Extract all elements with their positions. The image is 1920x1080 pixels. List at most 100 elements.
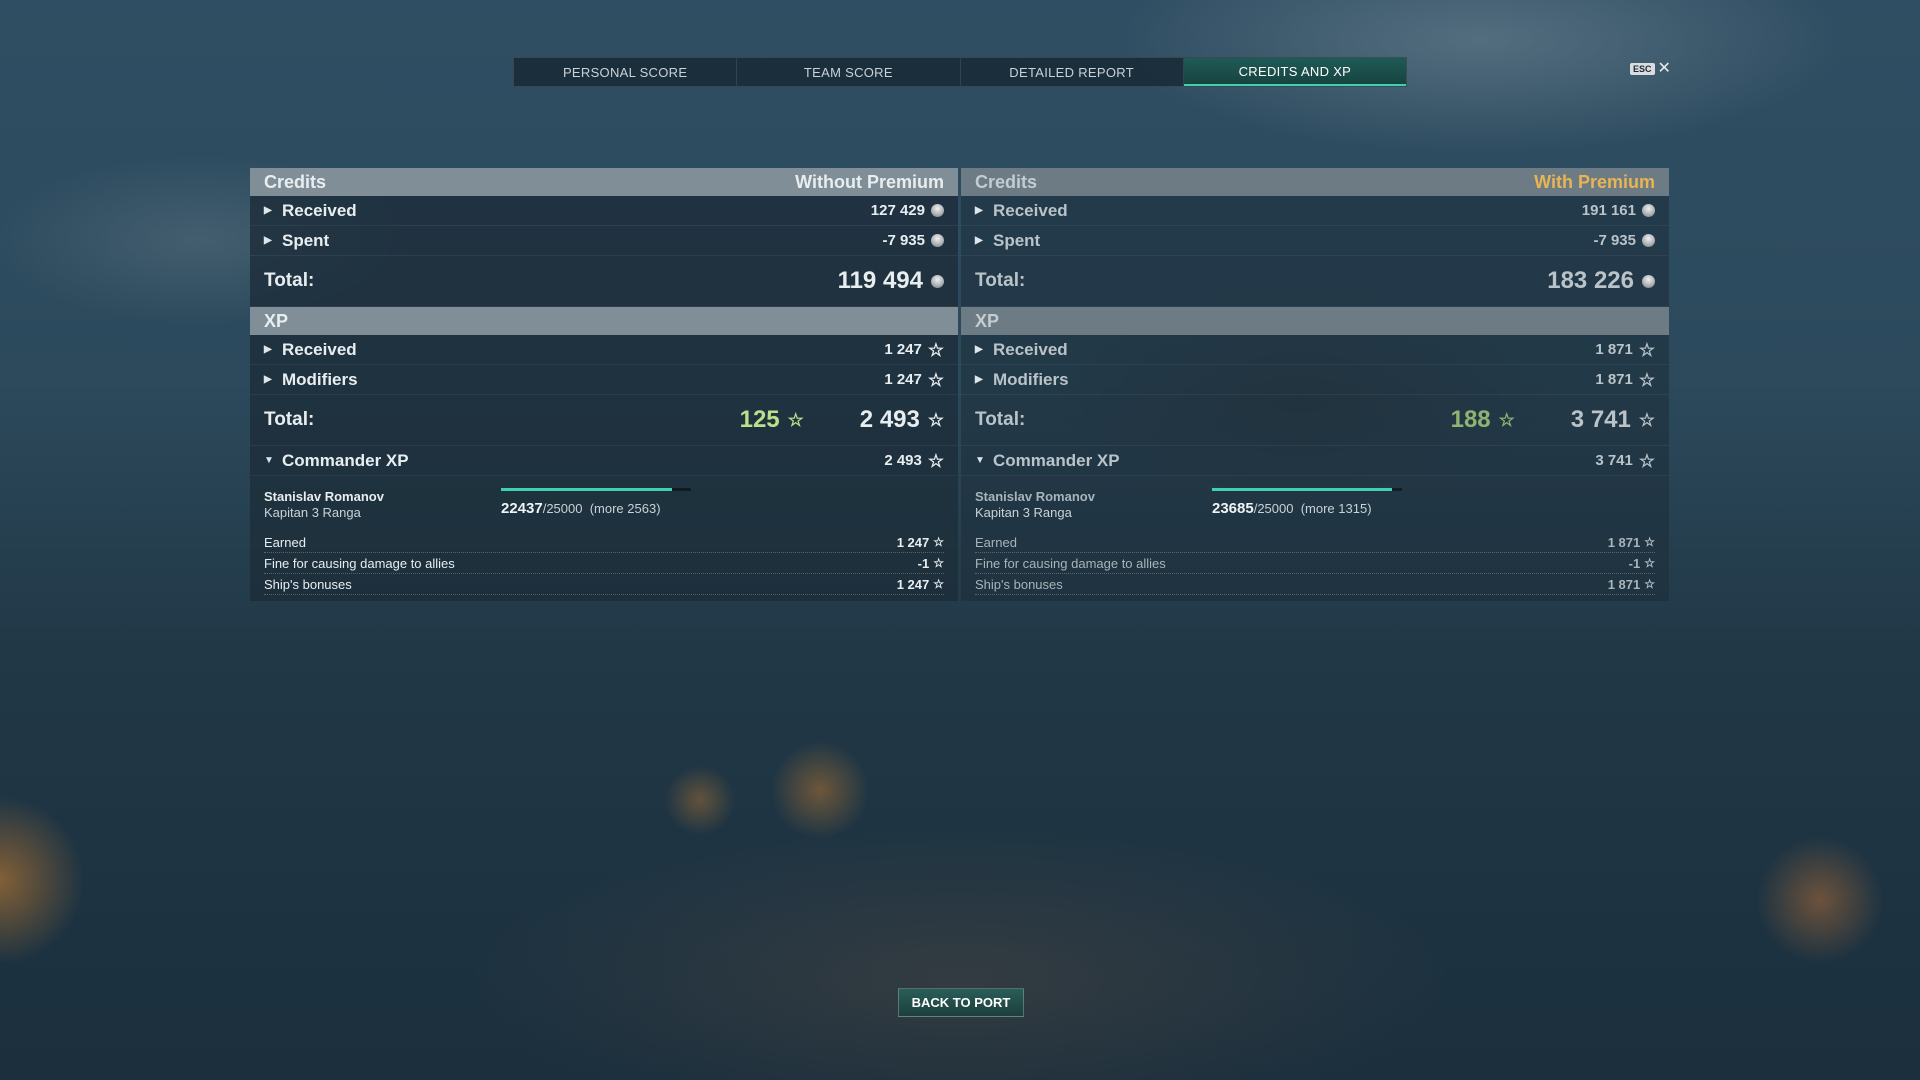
xp-received-value: 1 871 [1595,341,1633,358]
commander-xp-row[interactable]: ▼ Commander XP 3 741 ☆ [961,446,1669,476]
xp-title: XP [264,310,289,331]
credits-received-value: 191 161 [1581,202,1636,219]
xp-total-label: Total: [264,409,315,430]
progress-max: /25000 [542,501,583,516]
xp-modifiers-row[interactable]: ▶ Modifiers 1 871 ☆ [961,365,1669,395]
commander-rank: Kapitan 3 Ranga [975,505,1072,520]
chevron-right-icon: ▶ [264,374,272,385]
commander-name: Stanislav Romanov [264,489,384,504]
free-xp-value: 188 [1450,406,1491,433]
earned-row: Earned 1 871 ☆ [975,532,1655,553]
credits-icon [1642,234,1655,247]
fine-value: -1 [917,555,930,571]
xp-modifiers-row[interactable]: ▶ Modifiers 1 247 ☆ [250,365,958,395]
chevron-right-icon: ▶ [264,235,272,246]
ship-bonus-label: Ship's bonuses [975,576,1063,592]
xp-header: XP [961,307,1669,335]
progress-fill [501,488,672,491]
ship-bonus-value: 1 871 [1607,576,1641,592]
fine-value: -1 [1628,555,1641,571]
credits-received-label: Received [993,200,1068,220]
xp-total-label: Total: [975,409,1026,430]
ship-bonus-row: Ship's bonuses 1 871 ☆ [975,574,1655,595]
xp-total-row: Total: 188 ☆ 3 741 ☆ [961,395,1669,446]
xp-received-row[interactable]: ▶ Received 1 247 ☆ [250,335,958,365]
earned-row: Earned 1 247 ☆ [264,532,944,553]
chevron-down-icon: ▼ [264,455,274,466]
earned-value: 1 871 [1607,534,1641,550]
credits-received-label: Received [282,200,357,220]
credits-icon [1642,204,1655,217]
back-to-port-button[interactable]: BACK TO PORT [898,988,1024,1017]
star-icon: ☆ [1644,577,1655,591]
star-icon: ☆ [927,369,944,390]
column-label: Without Premium [795,171,944,192]
progress-more: (more 1315) [1300,501,1372,516]
esc-key-label: ESC [1630,63,1655,75]
commander-xp-label: Commander XP [282,450,409,470]
fine-label: Fine for causing damage to allies [975,555,1166,571]
commander-xp-value: 2 493 [884,452,922,469]
star-icon: ☆ [1638,410,1655,430]
chevron-right-icon: ▶ [975,374,983,385]
star-icon: ☆ [933,556,944,570]
xp-total-value: 2 493 [859,406,920,433]
ship-bonus-row: Ship's bonuses 1 247 ☆ [264,574,944,595]
with-premium-panel: Credits With Premium ▶ Received 191 161 ▶… [961,168,1669,601]
credits-total-row: Total: 119 494 [250,256,958,307]
credits-spent-value: -7 935 [882,232,925,249]
credits-header: Credits With Premium [961,168,1669,196]
credits-spent-row[interactable]: ▶ Spent -7 935 [250,226,958,256]
credits-icon [931,234,944,247]
star-icon: ☆ [927,410,944,430]
tab-personal-score[interactable]: PERSONAL SCORE [514,58,738,86]
chevron-right-icon: ▶ [975,205,983,216]
star-icon: ☆ [933,577,944,591]
commander-progress: 23685/25000 (more 1315) [1212,488,1472,517]
credits-received-row[interactable]: ▶ Received 127 429 [250,196,958,226]
credits-title: Credits [264,171,327,192]
star-icon: ☆ [1638,339,1655,360]
xp-received-row[interactable]: ▶ Received 1 871 ☆ [961,335,1669,365]
star-icon: ☆ [1638,450,1655,471]
xp-total-value: 3 741 [1570,406,1631,433]
commander-xp-row[interactable]: ▼ Commander XP 2 493 ☆ [250,446,958,476]
fine-row: Fine for causing damage to allies -1 ☆ [975,553,1655,574]
tab-detailed-report[interactable]: DETAILED REPORT [961,58,1184,86]
star-icon: ☆ [933,535,944,549]
star-icon: ☆ [927,339,944,360]
xp-modifiers-value: 1 871 [1595,371,1633,388]
star-icon: ☆ [1644,535,1655,549]
close-button[interactable]: ESC ✕ [1630,60,1671,77]
xp-received-label: Received [282,339,357,359]
free-xp-value: 125 [739,406,780,433]
star-icon: ☆ [1644,556,1655,570]
progress-current: 22437 [501,500,543,517]
credits-spent-row[interactable]: ▶ Spent -7 935 [961,226,1669,256]
star-icon: ☆ [787,410,804,430]
progress-fill [1212,488,1392,491]
star-icon: ☆ [927,450,944,471]
progress-current: 23685 [1212,500,1254,517]
star-icon: ☆ [1498,410,1515,430]
chevron-right-icon: ▶ [975,344,983,355]
xp-total-row: Total: 125 ☆ 2 493 ☆ [250,395,958,446]
star-icon: ☆ [1638,369,1655,390]
tab-bar: PERSONAL SCORE TEAM SCORE DETAILED REPOR… [513,57,1407,87]
credits-icon [931,204,944,217]
commander-rank: Kapitan 3 Ranga [264,505,361,520]
credits-received-value: 127 429 [870,202,925,219]
commander-detail: Stanislav Romanov Kapitan 3 Ranga 22437/… [250,476,958,601]
close-icon: ✕ [1657,60,1671,77]
credits-total-value: 119 494 [837,267,923,294]
tab-team-score[interactable]: TEAM SCORE [737,58,961,86]
fine-label: Fine for causing damage to allies [264,555,455,571]
credits-spent-label: Spent [282,230,330,250]
xp-title: XP [975,310,1000,331]
xp-header: XP [250,307,958,335]
credits-total-label: Total: [264,270,315,291]
credits-icon [1642,274,1655,288]
commander-name: Stanislav Romanov [975,489,1095,504]
tab-credits-and-xp[interactable]: CREDITS AND XP [1183,58,1406,86]
credits-received-row[interactable]: ▶ Received 191 161 [961,196,1669,226]
